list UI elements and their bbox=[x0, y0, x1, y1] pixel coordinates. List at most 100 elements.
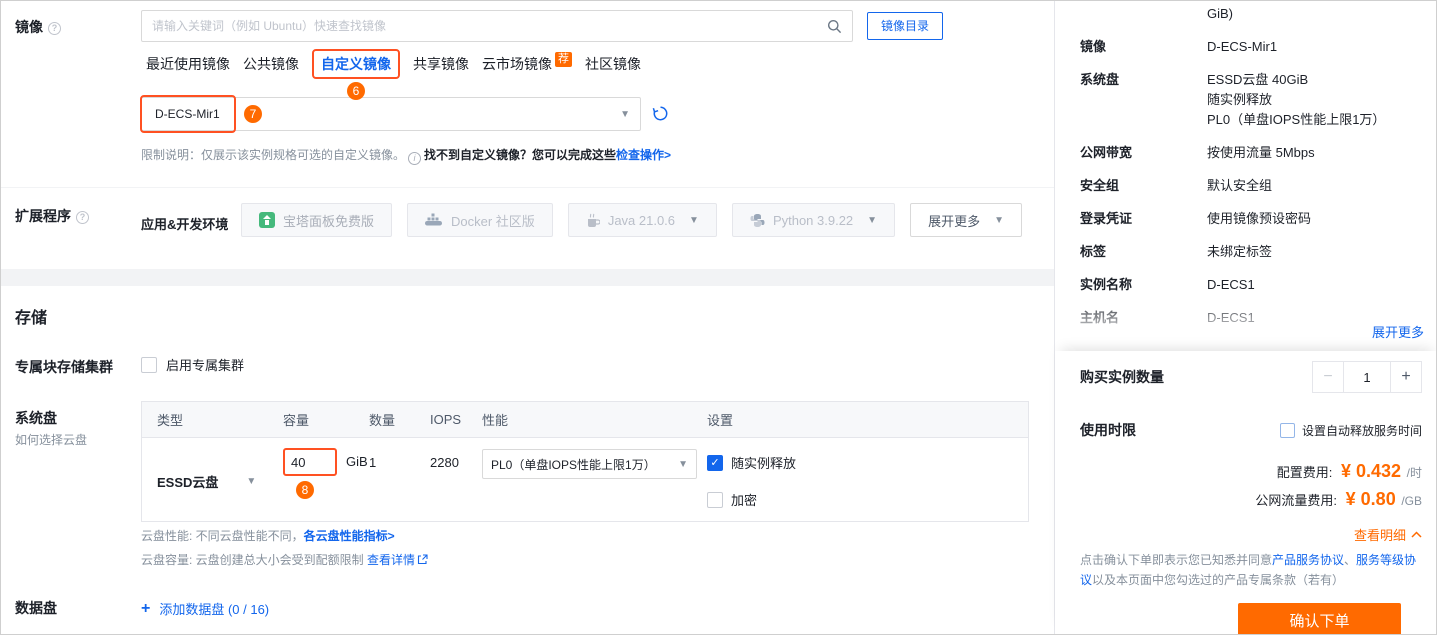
summary-instance-name-value: D-ECS1 bbox=[1207, 277, 1255, 292]
chevron-down-icon: ▼ bbox=[867, 214, 878, 226]
search-icon[interactable] bbox=[827, 19, 842, 34]
capacity-input-wrap: 8 bbox=[283, 448, 337, 499]
baota-panel-button[interactable]: 宝塔面板免费版 bbox=[241, 203, 393, 237]
external-link-icon bbox=[417, 554, 428, 565]
tab-custom-images[interactable]: 自定义镜像 bbox=[321, 56, 391, 72]
help-icon[interactable] bbox=[76, 211, 89, 224]
tab-recent-images[interactable]: 最近使用镜像 bbox=[146, 54, 230, 74]
disk-table-row: ESSD云盘 ▼ 8 GiB 1 2280 PL0（单盘IOPS性能上限1万） … bbox=[142, 438, 1028, 521]
summary-row-instance-name: 实例名称 D-ECS1 bbox=[1080, 275, 1424, 295]
dedicated-cluster-checkbox-label: 启用专属集群 bbox=[166, 358, 245, 373]
summary-row-partial: GiB) bbox=[1080, 4, 1424, 24]
dedicated-cluster-checkbox[interactable] bbox=[141, 356, 157, 373]
custom-image-select[interactable]: D-ECS-Mir1 ▼ 7 bbox=[140, 95, 641, 133]
view-fee-details-link[interactable]: 查看明细 bbox=[1354, 525, 1422, 544]
baota-icon bbox=[259, 212, 275, 228]
check-operations-link[interactable]: 检查操作> bbox=[616, 148, 671, 162]
tab-marketplace-images[interactable]: 云市场镜像荐 bbox=[482, 52, 572, 74]
summary-sysdisk-value: ESSD云盘 40GiB 随实例释放 PL0（单盘IOPS性能上限1万） bbox=[1207, 70, 1424, 130]
java-version-button[interactable]: Java 21.0.6 ▼ bbox=[567, 203, 717, 237]
python-version-button[interactable]: Python 3.9.22 ▼ bbox=[731, 203, 896, 237]
image-restriction-hint: 限制说明：仅展示该实例规格可选的自定义镜像。 找不到自定义镜像？您可以完成这些检查… bbox=[141, 146, 671, 165]
disk-capacity-note: 云盘容量: 云盘创建总大小会受到配额限制 查看详情 bbox=[141, 551, 428, 568]
quantity-decrease-button[interactable]: − bbox=[1312, 361, 1344, 393]
tab-public-images[interactable]: 公共镜像 bbox=[243, 54, 299, 74]
confirm-order-button[interactable]: 确认下单 bbox=[1238, 603, 1401, 634]
tab-community-images[interactable]: 社区镜像 bbox=[585, 54, 641, 74]
product-service-agreement-link[interactable]: 产品服务协议 bbox=[1272, 553, 1344, 567]
recommend-badge: 荐 bbox=[555, 52, 572, 67]
image-tabs: 最近使用镜像 公共镜像 自定义镜像 6 共享镜像 云市场镜像荐 社区镜像 bbox=[146, 47, 641, 100]
summary-image-label: 镜像 bbox=[1080, 39, 1107, 54]
disk-table-header: 类型 容量 数量 IOPS 性能 设置 bbox=[142, 402, 1028, 438]
dedicated-cluster-option: 启用专属集群 bbox=[141, 355, 244, 374]
disk-performance-select[interactable]: PL0（单盘IOPS性能上限1万） ▼ bbox=[482, 449, 697, 479]
view-details-link[interactable]: 查看详情 bbox=[367, 553, 415, 567]
summary-row-system-disk: 系统盘 ESSD云盘 40GiB 随实例释放 PL0（单盘IOPS性能上限1万） bbox=[1080, 70, 1424, 130]
section-separator bbox=[1, 187, 1054, 188]
disk-capacity-input[interactable] bbox=[283, 448, 337, 476]
disk-performance-value: PL0（单盘IOPS性能上限1万） bbox=[491, 457, 656, 472]
sysdisk-line1: ESSD云盘 40GiB bbox=[1207, 72, 1309, 87]
traffic-fee-line: 公网流量费用: ¥ 0.80 /GB bbox=[1055, 489, 1422, 510]
storage-title: 存储 bbox=[15, 310, 48, 327]
data-disk-label: 数据盘 bbox=[15, 600, 57, 616]
summary-tag-label: 标签 bbox=[1080, 244, 1107, 259]
image-section-label: 镜像 bbox=[15, 17, 61, 37]
how-to-choose-disk-link[interactable]: 如何选择云盘 bbox=[15, 431, 87, 448]
extensions-label-text: 扩展程序 bbox=[15, 208, 71, 224]
disk-iops-value: 2280 bbox=[430, 455, 459, 470]
docker-ce-label: Docker 社区版 bbox=[451, 213, 535, 229]
disk-performance-metrics-link[interactable]: 各云盘性能指标> bbox=[304, 529, 395, 543]
baota-panel-label: 宝塔面板免费版 bbox=[283, 213, 375, 229]
agreement-suffix: 以及本页面中您勾选过的产品专属条款（若有） bbox=[1092, 573, 1345, 587]
quantity-input[interactable] bbox=[1344, 361, 1390, 393]
duration-row: 使用时限 设置自动释放服务时间 bbox=[1055, 420, 1436, 440]
add-data-disk-button[interactable]: + 添加数据盘 (0 / 16) bbox=[141, 599, 269, 618]
ecs-purchase-page: 镜像 镜像目录 最近使用镜像 公共镜像 自定义镜像 6 共享镜像 云市场镜像荐 … bbox=[0, 0, 1437, 635]
truncated-spec-text: GiB) bbox=[1207, 6, 1233, 21]
annotation-circle-8: 8 bbox=[296, 481, 314, 499]
summary-instance-name-label: 实例名称 bbox=[1080, 277, 1133, 292]
summary-row-image: 镜像 D-ECS-Mir1 bbox=[1080, 37, 1424, 57]
expand-more-extensions-button[interactable]: 展开更多 ▼ bbox=[910, 203, 1022, 237]
capacity-note-text: 云盘容量: 云盘创建总大小会受到配额限制 bbox=[141, 553, 368, 567]
disk-type-select[interactable]: ESSD云盘 ▼ bbox=[142, 446, 277, 509]
header-type: 类型 bbox=[157, 413, 184, 428]
image-search-input[interactable] bbox=[142, 19, 827, 33]
disk-performance-note: 云盘性能: 不同云盘性能不同，各云盘性能指标> bbox=[141, 527, 395, 544]
chevron-up-icon bbox=[1411, 531, 1422, 538]
help-icon[interactable] bbox=[48, 22, 61, 35]
header-count: 数量 bbox=[369, 413, 396, 428]
tab-marketplace-label: 云市场镜像 bbox=[482, 56, 552, 72]
auto-release-option[interactable]: 设置自动释放服务时间 bbox=[1279, 422, 1422, 439]
expand-more-label: 展开更多 bbox=[928, 213, 981, 229]
extension-buttons: 宝塔面板免费版 Docker 社区版 Java 21.0.6 ▼ Python … bbox=[241, 203, 1022, 237]
quantity-increase-button[interactable]: + bbox=[1390, 361, 1422, 393]
encrypt-checkbox[interactable] bbox=[707, 491, 723, 508]
disk-count-value: 1 bbox=[369, 455, 377, 470]
chevron-down-icon: ▼ bbox=[678, 458, 688, 470]
extensions-section-label: 扩展程序 bbox=[15, 206, 89, 226]
java-version-label: Java 21.0.6 bbox=[607, 212, 676, 228]
traffic-fee-unit: /GB bbox=[1401, 494, 1422, 508]
tab-shared-images[interactable]: 共享镜像 bbox=[413, 54, 469, 74]
image-section-label-text: 镜像 bbox=[15, 19, 43, 35]
summary-credential-value: 使用镜像预设密码 bbox=[1207, 211, 1312, 226]
refresh-icon[interactable] bbox=[652, 105, 669, 122]
header-performance: 性能 bbox=[482, 413, 509, 428]
docker-ce-button[interactable]: Docker 社区版 bbox=[407, 203, 553, 237]
info-icon bbox=[408, 152, 422, 165]
auto-release-checkbox[interactable] bbox=[1279, 422, 1295, 438]
chevron-down-icon: ▼ bbox=[994, 214, 1004, 226]
header-settings: 设置 bbox=[707, 413, 734, 428]
image-search bbox=[141, 10, 853, 42]
config-fee-value: ¥ 0.432 bbox=[1340, 461, 1402, 481]
summary-expand-more-link[interactable]: 展开更多 bbox=[1372, 322, 1424, 341]
section-divider-band bbox=[1, 269, 1054, 286]
add-data-disk-label: 添加数据盘 (0 / 16) bbox=[159, 602, 270, 617]
release-with-instance-checkbox[interactable] bbox=[707, 454, 723, 471]
image-catalog-button[interactable]: 镜像目录 bbox=[867, 12, 944, 40]
plus-icon: + bbox=[141, 599, 151, 617]
python-version-label: Python 3.9.22 bbox=[772, 212, 854, 228]
